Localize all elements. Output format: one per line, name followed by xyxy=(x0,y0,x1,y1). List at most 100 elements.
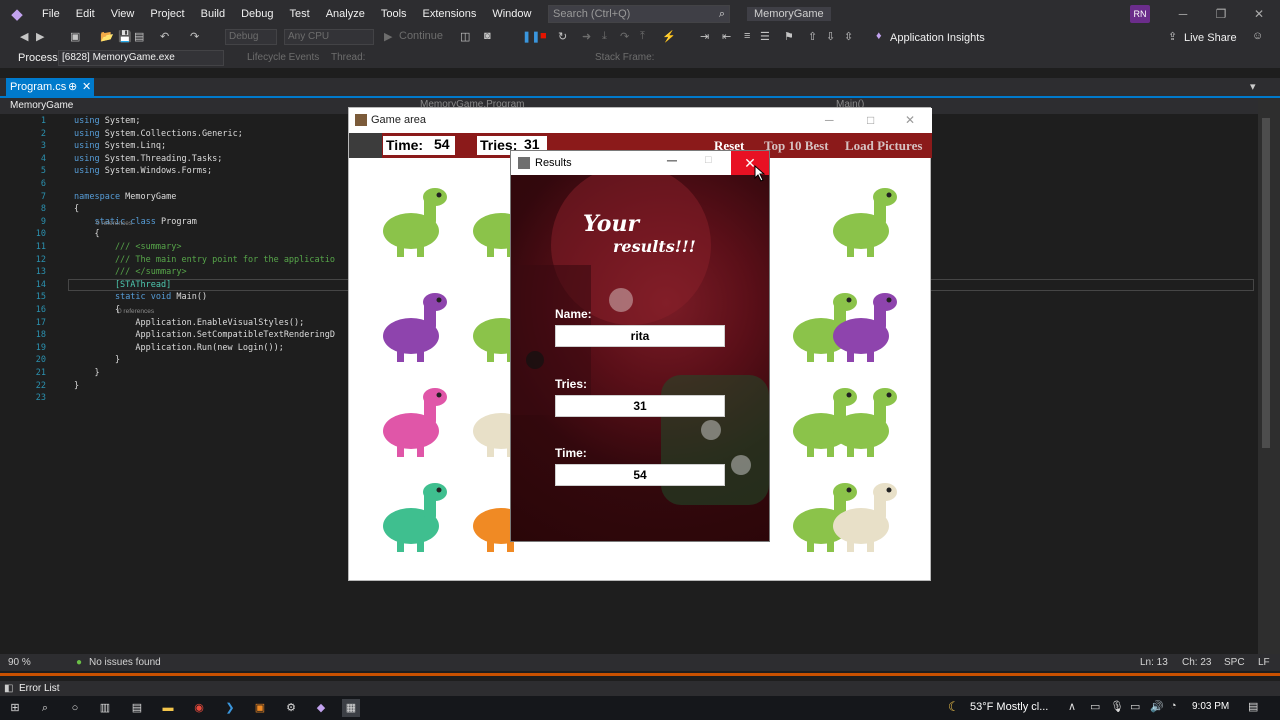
tab-close-icon[interactable]: ✕ xyxy=(82,78,91,96)
prev-bookmark-icon[interactable]: ⇧ xyxy=(808,30,817,43)
error-list-tab[interactable]: Error List xyxy=(19,683,60,694)
dinosaur-card[interactable] xyxy=(369,383,459,463)
code-line[interactable]: { xyxy=(74,204,79,214)
scrollbar-thumb[interactable] xyxy=(1262,118,1270,448)
dinosaur-card[interactable] xyxy=(819,288,909,368)
feedback-icon[interactable]: ☺ xyxy=(1252,30,1263,42)
menu-tools[interactable]: Tools xyxy=(373,0,415,28)
visual-studio-icon[interactable]: ◆ xyxy=(312,699,330,717)
menu-view[interactable]: View xyxy=(103,0,143,28)
search-icon[interactable]: ⌕ xyxy=(36,699,54,717)
code-line[interactable]: { xyxy=(74,305,120,315)
code-line[interactable]: Application.SetCompatibleTextRenderingD xyxy=(74,330,335,340)
microphone-icon[interactable]: 🎙 xyxy=(1110,700,1124,713)
code-line[interactable]: using System.Windows.Forms; xyxy=(74,166,212,176)
minimize-icon[interactable]: ─ xyxy=(1164,0,1202,28)
results-minimize-icon[interactable]: ─ xyxy=(667,152,677,168)
zoom-level[interactable]: 90 % xyxy=(8,657,31,668)
start-icon[interactable]: ⊞ xyxy=(6,699,24,717)
dinosaur-card[interactable] xyxy=(819,478,909,558)
speaker-icon[interactable]: 🔊 xyxy=(1150,700,1164,713)
name-field[interactable]: rita xyxy=(555,325,725,347)
game-minimize-icon[interactable]: ─ xyxy=(825,113,834,127)
uncomment-icon[interactable]: ☰ xyxy=(760,30,770,43)
indent-icon[interactable]: ⇥ xyxy=(700,30,709,43)
code-line[interactable]: /// </summary> xyxy=(74,267,187,277)
code-line[interactable]: using System.Threading.Tasks; xyxy=(74,154,222,164)
load-pictures-button[interactable]: Load Pictures xyxy=(845,138,922,154)
wifi-icon[interactable]: ◔ xyxy=(1170,700,1177,712)
save-all-icon[interactable]: ▤ xyxy=(134,30,144,43)
hot-reload-icon[interactable]: ⚡ xyxy=(662,30,676,43)
vscode-icon[interactable]: ❯ xyxy=(221,699,239,717)
restart-icon[interactable]: ↻ xyxy=(558,30,567,43)
camera-icon[interactable]: ◙ xyxy=(484,30,491,42)
code-line[interactable]: } xyxy=(74,381,79,391)
redo-icon[interactable]: ↷ xyxy=(190,30,199,43)
file-explorer-icon[interactable]: ▬ xyxy=(159,699,177,717)
outdent-icon[interactable]: ⇤ xyxy=(722,30,731,43)
new-project-icon[interactable]: ▣ xyxy=(70,30,80,43)
dinosaur-card[interactable] xyxy=(369,288,459,368)
code-line[interactable]: static void Main() xyxy=(74,292,207,302)
continue-button[interactable]: Continue xyxy=(399,30,443,42)
application-insights-button[interactable]: Application Insights xyxy=(890,32,985,44)
store-icon[interactable]: ▤ xyxy=(128,699,146,717)
code-line[interactable]: using System; xyxy=(74,116,141,126)
code-line[interactable]: /// The main entry point for the applica… xyxy=(74,255,335,265)
cortana-icon[interactable]: ○ xyxy=(66,699,84,717)
pin-icon[interactable]: ⊕ xyxy=(68,78,77,96)
code-line[interactable]: } xyxy=(74,355,120,365)
open-icon[interactable]: 📂 xyxy=(100,30,114,43)
references-codelens[interactable]: 0 references xyxy=(118,308,154,315)
undo-icon[interactable]: ↶ xyxy=(160,30,169,43)
comment-icon[interactable]: ≡ xyxy=(744,30,750,42)
dinosaur-card[interactable] xyxy=(369,183,459,263)
dinosaur-card[interactable] xyxy=(369,478,459,558)
search-input[interactable]: Search (Ctrl+Q) ⌕ xyxy=(548,5,730,23)
close-icon[interactable]: ✕ xyxy=(1240,0,1278,28)
code-line[interactable]: static class Program xyxy=(74,217,196,227)
menu-window[interactable]: Window xyxy=(484,0,539,28)
menu-extensions[interactable]: Extensions xyxy=(415,0,485,28)
menu-analyze[interactable]: Analyze xyxy=(318,0,373,28)
menu-debug[interactable]: Debug xyxy=(233,0,281,28)
platform-dropdown[interactable]: Any CPU xyxy=(284,29,374,45)
game-close-icon[interactable]: ✕ xyxy=(905,113,915,127)
menu-build[interactable]: Build xyxy=(193,0,233,28)
task-view-icon[interactable]: ▥ xyxy=(96,699,114,717)
code-line[interactable]: using System.Linq; xyxy=(74,141,166,151)
tray-up-icon[interactable]: ∧ xyxy=(1068,700,1076,713)
app-icon[interactable]: ▣ xyxy=(251,699,269,717)
chrome-icon[interactable]: ◉ xyxy=(190,699,208,717)
continue-play-icon[interactable]: ▶ xyxy=(384,30,392,43)
battery-icon[interactable]: ▭ xyxy=(1130,700,1140,713)
avatar[interactable]: RN xyxy=(1130,5,1150,23)
settings-icon[interactable]: ⚙ xyxy=(282,699,300,717)
results-maximize-icon[interactable]: □ xyxy=(705,154,712,166)
tries-field[interactable]: 31 xyxy=(555,395,725,417)
clear-bookmarks-icon[interactable]: ⇳ xyxy=(844,30,853,43)
menu-edit[interactable]: Edit xyxy=(68,0,103,28)
step-out-icon[interactable]: ⤒ xyxy=(640,30,645,43)
dinosaur-card[interactable] xyxy=(819,383,909,463)
code-line[interactable]: } xyxy=(74,368,99,378)
notifications-icon[interactable]: ▤ xyxy=(1248,700,1258,713)
step-into-icon[interactable]: ⤓ xyxy=(602,30,607,43)
game-maximize-icon[interactable]: □ xyxy=(867,113,874,127)
process-dropdown[interactable]: [6828] MemoryGame.exe xyxy=(58,50,224,66)
tray-icon[interactable]: ▭ xyxy=(1090,700,1100,713)
menu-file[interactable]: File xyxy=(34,0,68,28)
show-next-statement-icon[interactable]: ➜ xyxy=(582,30,591,43)
code-line[interactable]: [STAThread] xyxy=(74,280,171,290)
dinosaur-card[interactable] xyxy=(819,183,909,263)
code-line[interactable]: namespace MemoryGame xyxy=(74,192,176,202)
bookmark-icon[interactable]: ⚑ xyxy=(784,30,794,43)
time-field[interactable]: 54 xyxy=(555,464,725,486)
code-line[interactable]: using System.Collections.Generic; xyxy=(74,129,243,139)
code-line[interactable]: { xyxy=(74,229,99,239)
references-codelens[interactable]: 0 references xyxy=(96,220,132,227)
configuration-dropdown[interactable]: Debug xyxy=(225,29,277,45)
issues-status[interactable]: No issues found xyxy=(89,657,161,668)
pause-icon[interactable]: ❚❚ xyxy=(522,30,540,43)
